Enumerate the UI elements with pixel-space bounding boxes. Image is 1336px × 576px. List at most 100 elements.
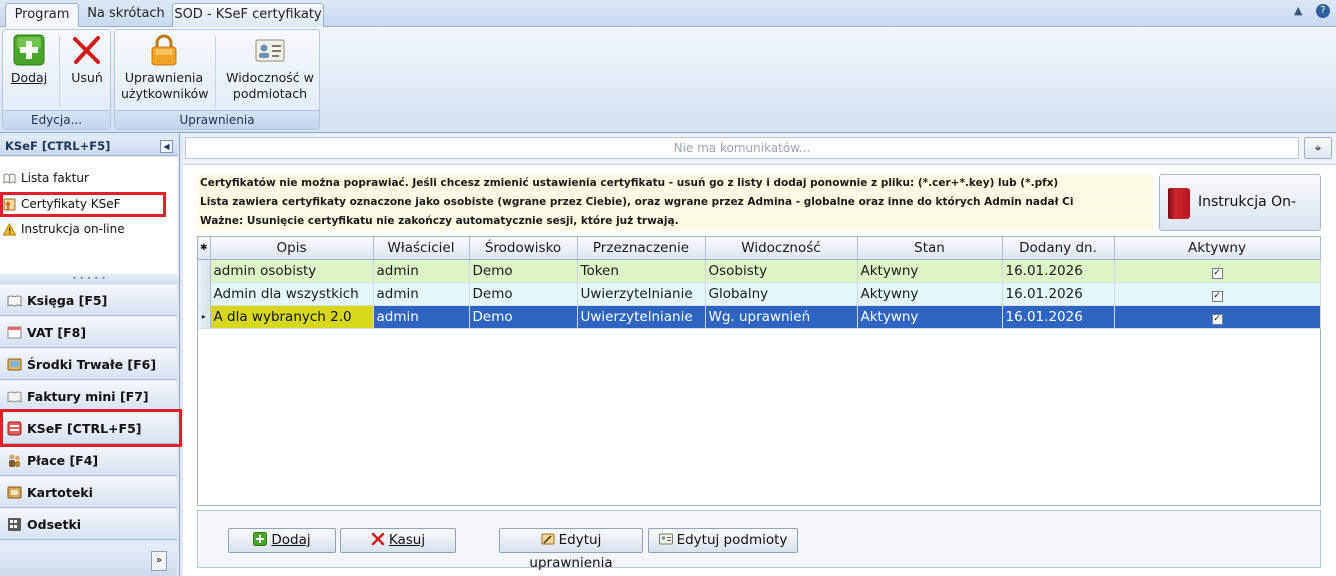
cell-opis: admin osobisty [210,259,374,283]
help-icon[interactable]: ? [1316,4,1330,18]
nav-pane-header: KSeF [CTRL+F5] ◀ [0,136,178,156]
padlock-icon [148,34,180,66]
cell-opis: A dla wybranych 2.0 [210,305,374,329]
add-button[interactable]: Dodaj [228,528,336,553]
certificates-grid: ✱ Opis Właściciel Środowisko Przeznaczen… [197,236,1321,506]
nav-item-label: Instrukcja on-line [21,222,125,236]
table-row[interactable]: Admin dla wszystkich admin Demo Uwierzyt… [198,282,1321,306]
info-line: Ważne: Usunięcie certyfikatu nie zakończ… [197,212,1153,230]
visibility-label-1: Widoczność w [226,70,314,85]
minimize-ribbon-icon[interactable]: ▲ [1294,4,1302,17]
module-odsetki[interactable]: Odsetki [0,509,177,540]
active-checkbox[interactable]: ✓ [1211,313,1223,325]
active-checkbox[interactable]: ✓ [1211,290,1223,302]
module-vat[interactable]: VAT [F8] [0,317,177,348]
module-kartoteki[interactable]: Kartoteki [0,477,177,508]
edit-permissions-icon [541,533,555,545]
cell-przeznaczenie: Uwierzytelnianie [577,282,706,306]
nav-item-list: Lista faktur Certyfikaty KSeF Instrukcja… [0,157,178,274]
delete-button[interactable]: Kasuj [340,528,456,553]
nav-item-lista-faktur[interactable]: Lista faktur [3,169,89,187]
table-row[interactable]: admin osobisty admin Demo Token Osobisty… [198,259,1321,283]
nav-item-instrukcja-on-line[interactable]: Instrukcja on-line [3,220,125,238]
column-header-widocznosc[interactable]: Widoczność [705,237,858,260]
module-label: Płace [F4] [27,453,99,468]
id-card-icon [254,34,286,66]
module-ksiega[interactable]: Księga [F5] [0,285,177,316]
book-icon [7,295,22,307]
ribbon-remove-button[interactable]: Usuń [67,34,107,86]
ribbon-add-button[interactable]: Dodaj [9,34,49,86]
cell-stan: Aktywny [857,282,1003,306]
open-book-icon [7,391,22,403]
ribbon-separator [215,36,216,108]
delete-button-label: Kasuj [388,532,426,548]
module-label: Kartoteki [27,485,93,500]
module-label: Środki Trwałe [F6] [27,357,157,372]
main-area: Nie ma komunikatów... ⌖ Certyfikatów nie… [183,134,1336,576]
expand-messages-icon[interactable]: ⌖ [1304,137,1332,159]
column-header-wlasciciel[interactable]: Właściciel [373,237,470,260]
cell-srodowisko: Demo [469,305,578,329]
id-card-icon [658,533,673,545]
grid-corner-cell[interactable]: ✱ [198,237,211,260]
module-label: Faktury mini [F7] [27,389,149,404]
cell-stan: Aktywny [857,259,1003,283]
column-header-aktywny[interactable]: Aktywny [1114,237,1321,260]
ribbon: Dodaj Usuń Edycja... Uprawnienia użytkow… [0,27,1336,133]
ribbon-remove-label: Usuń [71,70,103,85]
cell-wlasciciel: admin [373,282,470,306]
cell-aktywny: ✓ [1114,259,1321,283]
more-modules-icon[interactable]: » [151,551,167,571]
card-file-icon [7,486,22,499]
cell-przeznaczenie: Token [577,259,706,283]
edit-permissions-button[interactable]: Edytuj uprawnienia [499,528,643,571]
navigation-pane: KSeF [CTRL+F5] ◀ Lista faktur Certyfikat… [0,134,182,576]
add-plus-icon [253,532,268,546]
cell-dodany: 16.01.2026 [1002,282,1115,306]
tab-program[interactable]: Program [5,3,79,27]
cell-wlasciciel: admin [373,305,470,329]
module-place[interactable]: Płace [F4] [0,445,177,476]
module-label: Odsetki [27,517,82,532]
edit-entities-button[interactable]: Edytuj podmioty [648,528,798,553]
active-checkbox[interactable]: ✓ [1211,267,1223,279]
tab-na-skrotach[interactable]: Na skrótach [84,3,168,27]
table-row-selected[interactable]: ▸ A dla wybranych 2.0 admin Demo Uwierzy… [198,305,1321,329]
instruction-online-button[interactable]: Instrukcja On-Line [1159,174,1321,265]
cell-przeznaczenie: Uwierzytelnianie [577,305,706,329]
ribbon-group-edycja: Dodaj Usuń Edycja... [2,29,111,130]
highlight-frame-ksef-module [0,409,182,447]
ribbon-tab-bar: Program Na skrótach SOD - KSeF certyfika… [0,0,1336,27]
current-row-arrow-icon[interactable]: ▸ [198,305,211,329]
cell-srodowisko: Demo [469,282,578,306]
module-label: Księga [F5] [27,293,108,308]
tab-sod-ksef-certyfikaty[interactable]: SOD - KSeF certyfikaty [172,3,324,27]
ribbon-add-label: Dodaj [10,70,48,85]
pane-splitter-grip[interactable]: • • • • • [0,274,178,284]
user-permissions-button[interactable]: Uprawnienia użytkowników [121,34,209,102]
column-header-srodowisko[interactable]: Środowisko [469,237,578,260]
open-book-icon [3,173,16,184]
edit-entities-label: Edytuj podmioty [676,532,788,548]
info-line: Lista zawiera certyfikaty oznaczone jako… [197,193,1153,226]
visibility-label-2: podmiotach [232,86,308,101]
row-indicator[interactable] [198,282,211,306]
collapse-pane-icon[interactable]: ◀ [160,140,173,153]
module-faktury-mini[interactable]: Faktury mini [F7] [0,381,177,412]
column-header-dodany[interactable]: Dodany dn. [1002,237,1115,260]
column-header-opis[interactable]: Opis [210,237,374,260]
warning-icon [3,223,16,236]
module-srodki-trwale[interactable]: Środki Trwałe [F6] [0,349,177,380]
column-header-przeznaczenie[interactable]: Przeznaczenie [577,237,706,260]
cell-stan: Aktywny [857,305,1003,329]
calculator-icon [8,518,21,531]
red-book-icon [1168,188,1190,219]
column-header-stan[interactable]: Stan [857,237,1003,260]
document-icon [7,326,22,339]
add-button-label: Dodaj [271,532,311,548]
delete-x-icon [71,34,103,66]
row-indicator[interactable] [198,259,211,283]
visibility-button[interactable]: Widoczność w podmiotach [223,34,317,102]
cell-srodowisko: Demo [469,259,578,283]
